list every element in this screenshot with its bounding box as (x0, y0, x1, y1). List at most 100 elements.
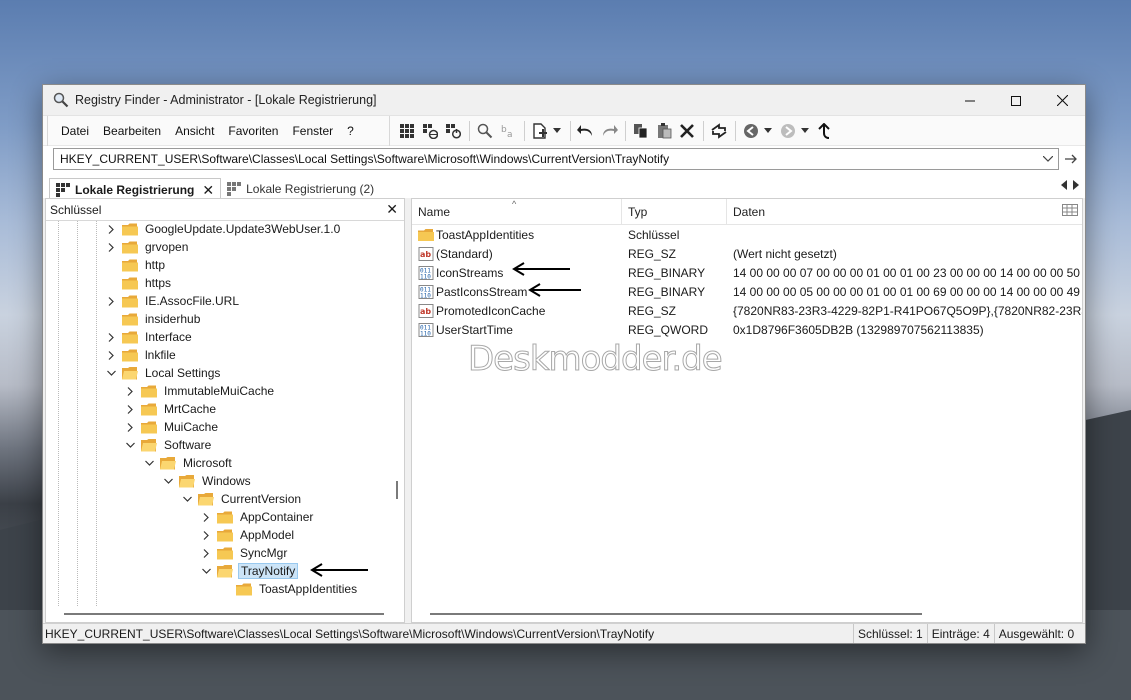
tree-item-muicache[interactable]: MuiCache (125, 418, 220, 436)
menu-favoriten[interactable]: Favoriten (221, 116, 285, 146)
expand-chevron-icon[interactable] (125, 404, 135, 414)
tree-item-immutablemuicache[interactable]: ImmutableMuiCache (125, 382, 276, 400)
find-button[interactable] (474, 120, 496, 142)
expand-chevron-icon[interactable] (106, 296, 116, 306)
expand-chevron-icon[interactable] (106, 224, 116, 234)
value-row-toastappidentities[interactable]: ToastAppIdentities Schlüssel (412, 225, 1082, 244)
expand-chevron-icon[interactable] (125, 386, 135, 396)
collapse-chevron-icon[interactable] (182, 494, 192, 504)
maximize-button[interactable] (993, 85, 1039, 116)
value-row-pasticonsstream[interactable]: 011 110 PastIconsStream REG_BINARY 14 00 00 … (412, 282, 1082, 301)
tree-item-toastappidentities[interactable]: ToastAppIdentities (220, 580, 359, 598)
collapse-chevron-icon[interactable] (106, 368, 116, 378)
tree-item-interface[interactable]: Interface (106, 328, 194, 346)
tree-item-microsoft[interactable]: Microsoft (144, 454, 234, 472)
tree-item-https[interactable]: https (106, 274, 173, 292)
tree-item-lnkfile[interactable]: lnkfile (106, 346, 178, 364)
column-chooser-icon[interactable] (1062, 204, 1078, 216)
tree-expander[interactable] (220, 584, 230, 594)
tree-expander[interactable] (106, 260, 116, 270)
tree-pane-header: Schlüssel ✕ (46, 199, 404, 221)
annotation-arrow (528, 283, 581, 297)
offline-registry-button[interactable] (442, 120, 464, 142)
replace-button[interactable]: ba (497, 120, 519, 142)
menu-datei[interactable]: Datei (54, 116, 96, 146)
delete-button[interactable] (676, 120, 698, 142)
new-button[interactable] (529, 120, 551, 142)
column-header-type[interactable]: Typ (622, 198, 727, 225)
folder-icon (217, 511, 233, 523)
forward-button[interactable] (777, 120, 799, 142)
tree-vertical-scrollbar[interactable] (390, 221, 404, 606)
forward-dropdown-button[interactable] (800, 120, 810, 142)
expand-chevron-icon[interactable] (201, 512, 211, 522)
value-row-userstarttime[interactable]: 011 110 UserStartTime REG_QWORD 0x1D8796F360… (412, 320, 1082, 339)
tree-item-ie-assocfile-url[interactable]: IE.AssocFile.URL (106, 292, 241, 310)
folder-icon (122, 223, 138, 235)
values-horizontal-scrollbar[interactable] (412, 606, 1082, 622)
menu-bearbeiten[interactable]: Bearbeiten (96, 116, 168, 146)
values-hscroll-thumb[interactable] (430, 613, 922, 615)
address-history-dropdown[interactable] (1040, 151, 1056, 167)
tree-item-appmodel[interactable]: AppModel (201, 526, 296, 544)
tree-hscroll-thumb[interactable] (64, 613, 384, 615)
expand-chevron-icon[interactable] (106, 242, 116, 252)
paste-button[interactable] (653, 120, 675, 142)
menu-fenster[interactable]: Fenster (285, 116, 340, 146)
tree-item-mrtcache[interactable]: MrtCache (125, 400, 218, 418)
column-header-name[interactable]: Name ^ (412, 198, 622, 225)
tree-horizontal-scrollbar[interactable] (46, 606, 404, 622)
up-level-button[interactable] (814, 120, 836, 142)
refresh-button[interactable] (708, 120, 730, 142)
collapse-chevron-icon[interactable] (163, 476, 173, 486)
values-list: ToastAppIdentities Schlüssel ab (Standard) R… (412, 225, 1082, 606)
value-row-standard[interactable]: ab (Standard) REG_SZ (Wert nicht gesetzt) (412, 244, 1082, 263)
tree-item-http[interactable]: http (106, 256, 167, 274)
back-dropdown-button[interactable] (763, 120, 773, 142)
collapse-chevron-icon[interactable] (201, 566, 211, 576)
tree-item-appcontainer[interactable]: AppContainer (201, 508, 315, 526)
new-local-registry-button[interactable] (396, 120, 418, 142)
title-bar[interactable]: Registry Finder - Administrator - [Lokal… (43, 85, 1085, 116)
tree-item-software[interactable]: Software (125, 436, 213, 454)
tab-close-button[interactable]: ✕ (202, 182, 214, 199)
undo-button[interactable] (575, 120, 597, 142)
minimize-button[interactable] (947, 85, 993, 116)
tab-scroll-left-icon[interactable] (1061, 180, 1067, 190)
tree-item-traynotify[interactable]: TrayNotify (201, 562, 299, 580)
address-input[interactable]: HKEY_CURRENT_USER\Software\Classes\Local… (53, 148, 1059, 170)
expand-chevron-icon[interactable] (106, 332, 116, 342)
value-row-promotediconcache[interactable]: ab PromotedIconCache REG_SZ {7820NR83-23R3-… (412, 301, 1082, 320)
tree-pane-close-button[interactable]: ✕ (386, 201, 398, 218)
tree-item-googleupdate-update3webuser-1-0[interactable]: GoogleUpdate.Update3WebUser.1.0 (106, 221, 342, 238)
back-button[interactable] (740, 120, 762, 142)
tree-item-grvopen[interactable]: grvopen (106, 238, 190, 256)
tab-scroll-right-icon[interactable] (1073, 180, 1079, 190)
menu-help[interactable]: ? (340, 116, 361, 146)
expand-chevron-icon[interactable] (125, 422, 135, 432)
value-data: 14 00 00 00 07 00 00 00 01 00 01 00 23 0… (733, 265, 1082, 280)
menu-ansicht[interactable]: Ansicht (168, 116, 221, 146)
redo-button[interactable] (598, 120, 620, 142)
tree-item-label: Software (164, 438, 212, 452)
column-header-data[interactable]: Daten (727, 199, 1082, 225)
tree-item-currentversion[interactable]: CurrentVersion (182, 490, 303, 508)
collapse-chevron-icon[interactable] (125, 440, 135, 450)
tree-item-local-settings[interactable]: Local Settings (106, 364, 222, 382)
column-type-label: Typ (628, 204, 648, 219)
remote-registry-button[interactable] (419, 120, 441, 142)
tree-item-insiderhub[interactable]: insiderhub (106, 310, 202, 328)
copy-button[interactable] (630, 120, 652, 142)
tree-vscroll-thumb[interactable] (396, 481, 398, 499)
tree-item-syncmgr[interactable]: SyncMgr (201, 544, 289, 562)
tree-expander[interactable] (106, 278, 116, 288)
expand-chevron-icon[interactable] (201, 530, 211, 540)
tree-expander[interactable] (106, 314, 116, 324)
new-dropdown-button[interactable] (552, 120, 562, 142)
go-button[interactable] (1061, 148, 1081, 170)
expand-chevron-icon[interactable] (106, 350, 116, 360)
expand-chevron-icon[interactable] (201, 548, 211, 558)
collapse-chevron-icon[interactable] (144, 458, 154, 468)
tree-item-windows[interactable]: Windows (163, 472, 253, 490)
close-window-button[interactable] (1039, 85, 1085, 116)
